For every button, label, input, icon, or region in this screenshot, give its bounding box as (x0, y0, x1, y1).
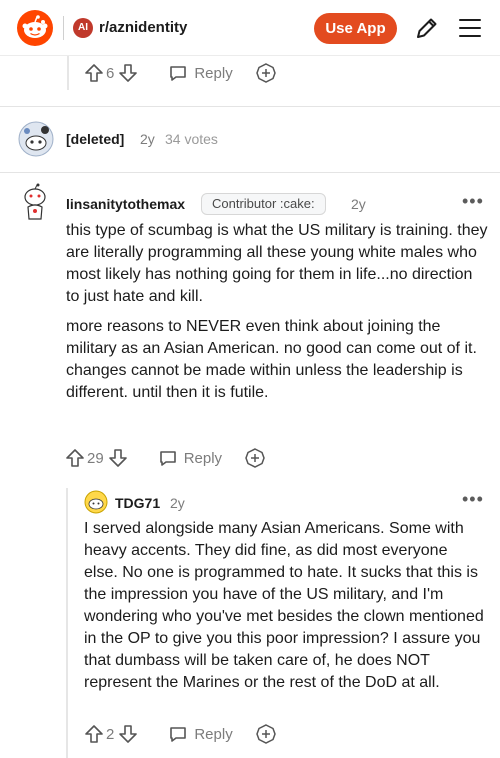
thread-line (66, 488, 68, 758)
reply-label: Reply (194, 64, 233, 82)
divider (0, 106, 500, 107)
reddit-logo-icon[interactable] (17, 10, 53, 46)
reply-button[interactable]: Reply (158, 448, 222, 468)
username[interactable]: [deleted] (66, 131, 124, 147)
downvote-icon[interactable] (108, 448, 128, 468)
comment-age: 2y (351, 196, 366, 212)
snoo-avatar-icon[interactable] (20, 183, 50, 223)
comment-age: 2y (170, 495, 185, 511)
more-options-icon[interactable]: ••• (462, 192, 484, 210)
reply-button[interactable]: Reply (168, 63, 233, 83)
subreddit-name[interactable]: r/aznidentity (99, 18, 187, 38)
use-app-button[interactable]: Use App (314, 13, 397, 44)
username[interactable]: linsanitytothemax (66, 196, 185, 212)
snoo-avatar-icon[interactable] (18, 121, 54, 157)
downvote-icon[interactable] (118, 63, 138, 83)
comment-age: 2y (140, 131, 155, 147)
award-icon[interactable] (255, 723, 277, 745)
subreddit-icon[interactable]: AI (73, 18, 93, 38)
upvote-icon[interactable] (84, 63, 104, 83)
vote-count: 34 votes (165, 131, 218, 147)
score: 6 (106, 64, 115, 82)
reply-bubble-icon (170, 727, 187, 742)
upvote-icon[interactable] (65, 448, 85, 468)
user-flair: Contributor :cake: (201, 193, 326, 215)
score: 29 (87, 449, 104, 467)
header-divider (63, 16, 64, 40)
comment-actions: 2 Reply (84, 722, 277, 746)
comment-body: I served alongside many Asian Americans.… (84, 520, 484, 691)
upvote-icon[interactable] (84, 724, 104, 744)
reply-button[interactable]: Reply (168, 724, 233, 744)
award-icon[interactable] (255, 62, 277, 84)
hamburger-menu-icon[interactable] (457, 16, 483, 40)
reply-label: Reply (183, 449, 223, 467)
thread-line (67, 56, 69, 90)
reply-label: Reply (194, 725, 233, 743)
divider (0, 172, 500, 173)
downvote-icon[interactable] (118, 724, 138, 744)
score: 2 (106, 725, 115, 743)
award-icon[interactable] (244, 447, 266, 469)
snoo-avatar-icon[interactable] (84, 490, 108, 514)
username[interactable]: TDG71 (115, 495, 160, 511)
comment-body: more reasons to NEVER even think about j… (66, 318, 477, 401)
prev-comment-actions: 6 Reply (84, 61, 277, 85)
more-options-icon[interactable]: ••• (462, 490, 484, 508)
comment-actions: 29 Reply (65, 446, 266, 470)
pencil-icon[interactable] (414, 15, 440, 41)
top-bar: AI r/aznidentity Use App (0, 0, 500, 56)
comment-body: this type of scumbag is what the US mili… (66, 222, 488, 305)
reply-bubble-icon (159, 451, 176, 466)
reply-bubble-icon (170, 66, 187, 81)
